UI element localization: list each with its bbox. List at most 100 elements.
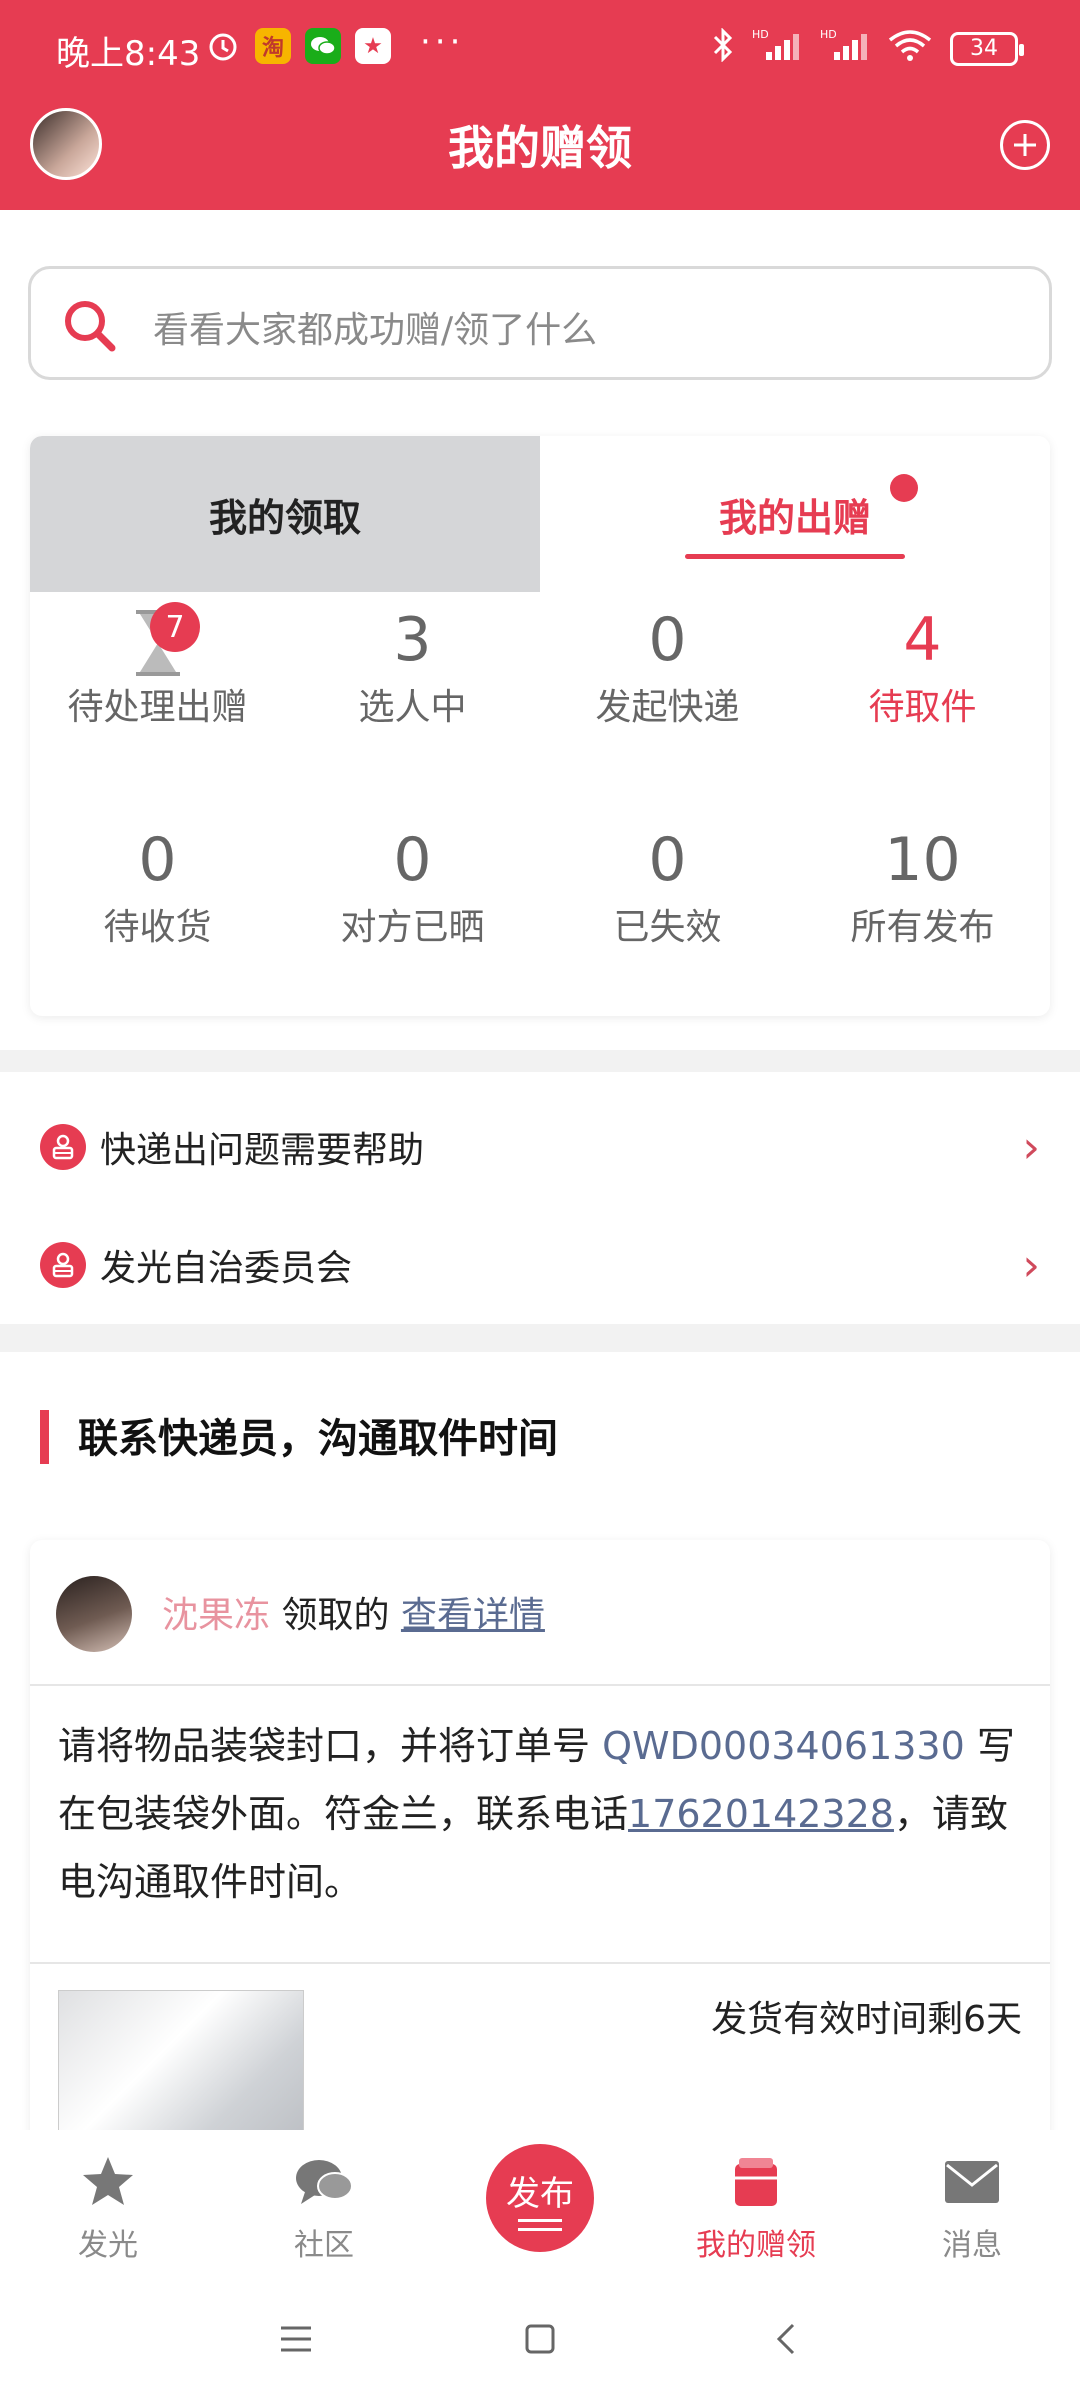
star-icon — [18, 2150, 198, 2214]
publish-label: 发布 — [506, 2173, 574, 2214]
section-title: 联系快递员，沟通取件时间 — [78, 1416, 558, 1462]
pending-badge: 7 — [150, 602, 200, 652]
nav-item-messages[interactable]: 消息 — [882, 2150, 1062, 2264]
bottom-nav: 发光 社区 发布 我的赠领 消息 — [0, 2130, 1080, 2280]
item-thumbnail[interactable] — [58, 1990, 304, 2130]
divider — [0, 1324, 1080, 1352]
link-label: 发光自治委员会 — [100, 1248, 353, 1289]
nav-label: 发光 — [78, 2228, 138, 2263]
stat-label: 待处理出赠 — [67, 687, 248, 728]
page-title: 我的赠领 — [448, 121, 632, 175]
tab-my-give[interactable]: 我的出赠 — [540, 436, 1050, 592]
order-card-header-text: 沈果冻 领取的 查看详情 — [162, 1586, 545, 1638]
stat-pending-give[interactable]: 7 待处理出赠 — [30, 602, 285, 730]
main-content: 看看大家都成功赠/领了什么 我的领取 我的出赠 7 待处理出赠 3 选人中 0 … — [0, 210, 1080, 2130]
gift-box-icon — [666, 2150, 846, 2214]
stat-label: 所有发布 — [850, 907, 995, 948]
stat-value: 0 — [648, 825, 687, 895]
order-card: 沈果冻 领取的 查看详情 请将物品装袋封口，并将订单号 QWD000340613… — [30, 1540, 1050, 2130]
wifi-icon — [888, 28, 932, 69]
stat-value: 4 — [903, 605, 942, 675]
notification-icons: 淘 ★ — [205, 28, 391, 64]
tab-label: 我的出赠 — [718, 495, 871, 540]
stat-expired[interactable]: 0 已失效 — [540, 822, 795, 950]
more-notifications-icon: ··· — [420, 22, 465, 62]
stat-label: 待取件 — [868, 687, 977, 728]
wechat-icon — [305, 28, 341, 64]
courier-icon — [40, 1124, 86, 1170]
add-button[interactable] — [1000, 120, 1050, 170]
stat-label: 已失效 — [613, 907, 722, 948]
app-star-icon: ★ — [355, 28, 391, 64]
bluetooth-icon — [712, 27, 734, 69]
stat-awaiting-receipt[interactable]: 0 待收货 — [30, 822, 285, 950]
divider — [0, 1050, 1080, 1072]
stat-value: 10 — [884, 825, 961, 895]
stat-label: 对方已晒 — [340, 907, 485, 948]
link-committee[interactable]: 发光自治委员会 › — [0, 1206, 1080, 1324]
search-icon — [65, 301, 116, 352]
status-time: 晚上8:43 — [56, 34, 201, 74]
stat-label: 发起快递 — [595, 687, 740, 728]
stat-selecting[interactable]: 3 选人中 — [285, 602, 540, 730]
nav-label: 消息 — [942, 2228, 1002, 2263]
gift-status-card: 我的领取 我的出赠 7 待处理出赠 3 选人中 0 发起快递 4 待取件 0 待… — [30, 436, 1050, 1016]
signal-2-icon: HD — [820, 28, 870, 69]
top-bar: 晚上8:43 淘 ★ ··· HD HD 34 我的赠领 — [0, 0, 1080, 210]
svg-text:HD: HD — [752, 28, 769, 41]
stat-value: 0 — [138, 825, 177, 895]
nav-item-glow[interactable]: 发光 — [18, 2150, 198, 2264]
battery-icon: 34 — [950, 31, 1024, 66]
stat-value: 0 — [648, 605, 687, 675]
nav-item-community[interactable]: 社区 — [234, 2150, 414, 2264]
stat-all-posts[interactable]: 10 所有发布 — [795, 822, 1050, 950]
menu-icon[interactable] — [266, 2314, 326, 2364]
instruction-text: 请将物品装袋封口，并将订单号 — [58, 1724, 603, 1768]
committee-icon — [40, 1242, 86, 1288]
search-bar[interactable]: 看看大家都成功赠/领了什么 — [28, 266, 1052, 380]
system-status-icons: HD HD 34 — [712, 27, 1024, 69]
receiver-name[interactable]: 沈果冻 — [162, 1595, 270, 1636]
publish-lines-icon — [518, 2218, 562, 2231]
chevron-right-icon: › — [1022, 1239, 1040, 1291]
nav-label: 我的赠领 — [696, 2228, 816, 2263]
shipping-deadline: 发货有效时间剩6天 — [711, 1999, 1022, 2040]
home-icon[interactable] — [510, 2314, 570, 2364]
chat-bubble-icon — [234, 2150, 414, 2214]
plus-icon — [1014, 134, 1036, 156]
nav-item-my-gifts[interactable]: 我的赠领 — [666, 2150, 846, 2264]
stat-value: 3 — [393, 605, 432, 675]
stat-ship[interactable]: 0 发起快递 — [540, 602, 795, 730]
status-bar: 晚上8:43 淘 ★ ··· HD HD 34 — [0, 0, 1080, 100]
stat-label: 待收货 — [103, 907, 212, 948]
tab-label: 我的领取 — [208, 495, 361, 540]
nav-label: 社区 — [294, 2228, 354, 2263]
order-number[interactable]: QWD00034061330 — [602, 1724, 965, 1768]
order-instructions: 请将物品装袋封口，并将订单号 QWD00034061330 写在包装袋外面。符金… — [58, 1712, 1028, 1916]
stat-value: 0 — [393, 825, 432, 895]
system-nav-bar — [0, 2280, 1080, 2400]
mail-icon — [882, 2150, 1062, 2214]
action-text: 领取的 — [281, 1595, 390, 1636]
alarm-icon — [205, 28, 241, 64]
divider — [30, 1962, 1050, 1964]
stat-shared[interactable]: 0 对方已晒 — [285, 822, 540, 950]
link-courier-help[interactable]: 快递出问题需要帮助 › — [0, 1088, 1080, 1206]
view-details-link[interactable]: 查看详情 — [401, 1595, 545, 1636]
chevron-right-icon: › — [1022, 1121, 1040, 1173]
phone-link[interactable]: 17620142328 — [628, 1792, 894, 1836]
notification-dot — [890, 474, 918, 502]
stat-label: 选人中 — [358, 687, 467, 728]
stat-awaiting-pickup[interactable]: 4 待取件 — [795, 602, 1050, 730]
link-label: 快递出问题需要帮助 — [100, 1130, 425, 1171]
publish-button[interactable]: 发布 — [486, 2144, 594, 2252]
signal-1-icon: HD — [752, 28, 802, 69]
receiver-avatar[interactable] — [56, 1576, 132, 1652]
search-placeholder: 看看大家都成功赠/领了什么 — [153, 310, 598, 351]
back-icon[interactable] — [756, 2314, 816, 2364]
section-accent-bar — [40, 1410, 49, 1464]
taobao-icon: 淘 — [255, 28, 291, 64]
active-tab-indicator — [685, 554, 905, 559]
tab-my-receive[interactable]: 我的领取 — [30, 436, 540, 592]
svg-text:HD: HD — [820, 28, 837, 41]
